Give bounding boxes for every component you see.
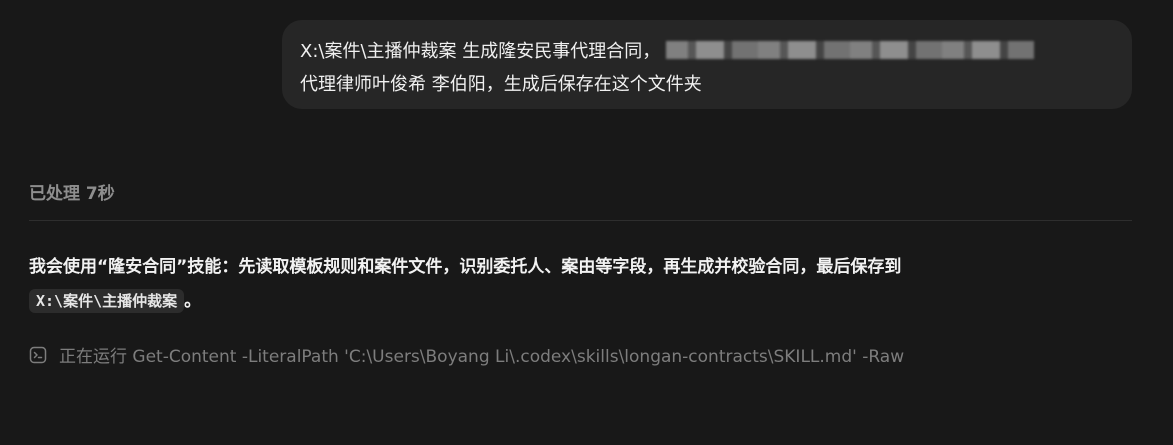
assistant-message-suffix: 。 bbox=[184, 291, 202, 311]
user-message-line-2: 代理律师叶俊希 李伯阳，生成后保存在这个文件夹 bbox=[300, 74, 702, 95]
inline-code-path: X:\案件\主播仲裁案 bbox=[29, 289, 185, 313]
assistant-message-line-2: X:\案件\主播仲裁案。 bbox=[29, 284, 1139, 318]
user-message-line-1: X:\案件\主播仲裁案 生成隆安民事代理合同， bbox=[300, 35, 1114, 68]
user-message-text-1: X:\案件\主播仲裁案 生成隆安民事代理合同， bbox=[300, 41, 661, 62]
terminal-icon bbox=[29, 346, 47, 364]
chat-thread: X:\案件\主播仲裁案 生成隆安民事代理合同， 代理律师叶俊希 李伯阳，生成后保… bbox=[0, 0, 1173, 445]
running-command-text: 正在运行 Get-Content -LiteralPath 'C:\Users\… bbox=[59, 347, 905, 367]
processed-duration-label[interactable]: 已处理 7秒 bbox=[29, 180, 115, 208]
assistant-message-line-1: 我会使用“隆安合同”技能：先读取模板规则和案件文件，识别委托人、案由等字段，再生… bbox=[29, 257, 902, 277]
user-message-bubble: X:\案件\主播仲裁案 生成隆安民事代理合同， 代理律师叶俊希 李伯阳，生成后保… bbox=[282, 20, 1132, 109]
redacted-text bbox=[666, 41, 1035, 59]
assistant-message: 我会使用“隆安合同”技能：先读取模板规则和案件文件，识别委托人、案由等字段，再生… bbox=[29, 250, 1139, 318]
running-command-row[interactable]: 正在运行 Get-Content -LiteralPath 'C:\Users\… bbox=[29, 342, 904, 367]
divider bbox=[29, 220, 1132, 221]
